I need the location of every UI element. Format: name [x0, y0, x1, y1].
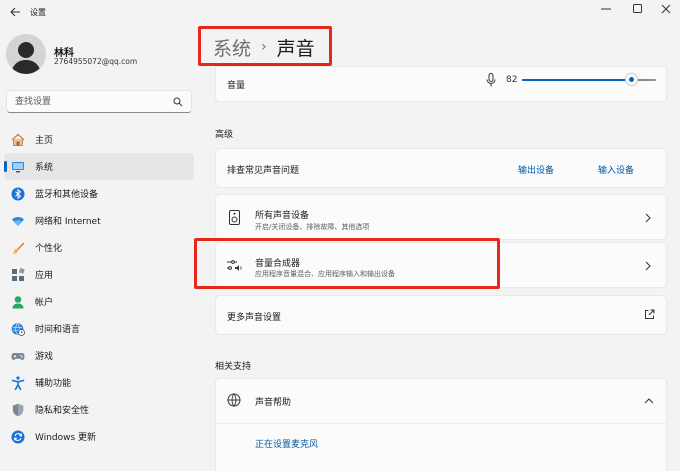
app-title: 设置: [30, 8, 46, 17]
close-button[interactable]: [652, 1, 680, 17]
globe-clock-icon: [11, 322, 25, 336]
avatar[interactable]: [6, 34, 46, 74]
minimize-icon: [601, 8, 611, 10]
volume-value: 82: [506, 75, 518, 85]
all-sound-devices-row[interactable]: 所有声音设备 开启/关闭设备、排除故障、其他选项: [215, 194, 667, 240]
search-icon[interactable]: [173, 97, 183, 107]
accessibility-icon: [11, 375, 25, 390]
sidebar-item-label: 隐私和安全性: [35, 406, 90, 416]
sidebar-item-label: 辅助功能: [35, 379, 72, 389]
sound-help-label: 声音帮助: [255, 398, 292, 408]
brush-icon: [11, 241, 25, 255]
microphone-icon[interactable]: [486, 73, 496, 87]
sidebar-item-label: Windows 更新: [35, 433, 97, 443]
search-input[interactable]: [7, 91, 167, 112]
highlight-box-title: [198, 26, 332, 66]
sidebar-item-time-language[interactable]: 时间和语言: [4, 315, 194, 342]
sidebar-item-network[interactable]: 网络和 Internet: [4, 207, 194, 234]
close-icon: [661, 4, 671, 14]
sidebar-item-system[interactable]: 系统: [4, 153, 194, 180]
more-sound-settings-label: 更多声音设置: [227, 313, 282, 323]
troubleshoot-label: 排查常见声音问题: [227, 166, 300, 176]
back-arrow-icon: [9, 7, 20, 17]
profile-email: 2764955072@qq.com: [54, 57, 138, 66]
maximize-icon: [633, 4, 642, 13]
wifi-icon: [11, 214, 25, 228]
bluetooth-icon: [11, 187, 25, 201]
divider: [216, 423, 666, 424]
home-icon: [11, 133, 25, 147]
globe-icon: [227, 393, 241, 407]
sidebar-item-label: 游戏: [35, 352, 54, 362]
more-sound-settings-row[interactable]: 更多声音设置: [215, 295, 667, 335]
sidebar-item-label: 时间和语言: [35, 325, 81, 335]
sidebar-item-privacy[interactable]: 隐私和安全性: [4, 396, 194, 423]
chevron-up-icon[interactable]: [644, 397, 654, 405]
chevron-right-icon: [645, 213, 651, 223]
apps-icon: [11, 267, 25, 282]
output-devices-link[interactable]: 输出设备: [518, 163, 554, 176]
sidebar-item-label: 个性化: [35, 244, 63, 254]
sidebar-item-accessibility[interactable]: 辅助功能: [4, 369, 194, 396]
person-icon: [11, 295, 25, 309]
sidebar-item-windows-update[interactable]: Windows 更新: [4, 423, 194, 450]
user-silhouette-icon: [6, 34, 46, 74]
minimize-button[interactable]: [592, 1, 620, 17]
volume-slider[interactable]: [522, 73, 656, 86]
sidebar-nav: 主页 系统 蓝牙和其他设备 网络和 Internet 个性化 应用 帐户 时间和…: [4, 126, 194, 450]
setup-microphone-link[interactable]: 正在设置麦克风: [255, 437, 318, 450]
search-box[interactable]: [6, 90, 192, 113]
system-icon: [11, 160, 25, 174]
shield-icon: [11, 403, 25, 417]
sidebar-item-label: 蓝牙和其他设备: [35, 190, 99, 200]
sidebar-item-home[interactable]: 主页: [4, 126, 194, 153]
all-devices-subtitle: 开启/关闭设备、排除故障、其他选项: [255, 223, 370, 231]
volume-card: 音量: [215, 66, 667, 102]
sound-help-card: 声音帮助 正在设置麦克风: [215, 378, 667, 471]
sidebar-item-label: 系统: [35, 163, 54, 173]
section-title-advanced: 高级: [215, 130, 234, 140]
gamepad-icon: [11, 349, 25, 363]
section-title-related-support: 相关支持: [215, 362, 252, 372]
volume-label: 音量: [227, 81, 246, 91]
back-button[interactable]: [6, 4, 24, 20]
sidebar-item-label: 网络和 Internet: [35, 217, 101, 227]
external-link-icon: [645, 309, 655, 319]
sidebar-item-apps[interactable]: 应用: [4, 261, 194, 288]
chevron-right-icon: [645, 261, 651, 271]
maximize-button[interactable]: [624, 1, 652, 17]
sidebar-item-label: 主页: [35, 136, 54, 146]
volume-slider-fill: [522, 79, 632, 81]
title-bar: 设置: [0, 0, 680, 26]
highlight-box-mixer: [194, 238, 500, 289]
sidebar-item-bluetooth[interactable]: 蓝牙和其他设备: [4, 180, 194, 207]
sidebar-item-gaming[interactable]: 游戏: [4, 342, 194, 369]
sidebar-item-personalization[interactable]: 个性化: [4, 234, 194, 261]
update-icon: [11, 430, 25, 444]
sound-help-header[interactable]: 声音帮助: [216, 379, 666, 423]
troubleshoot-card: 排查常见声音问题 输出设备 输入设备: [215, 148, 667, 188]
sidebar-item-accounts[interactable]: 帐户: [4, 288, 194, 315]
speaker-device-icon: [229, 210, 240, 225]
all-devices-title: 所有声音设备: [255, 211, 310, 221]
sidebar-item-label: 帐户: [35, 298, 54, 308]
sidebar-item-label: 应用: [35, 271, 54, 281]
input-devices-link[interactable]: 输入设备: [598, 163, 634, 176]
